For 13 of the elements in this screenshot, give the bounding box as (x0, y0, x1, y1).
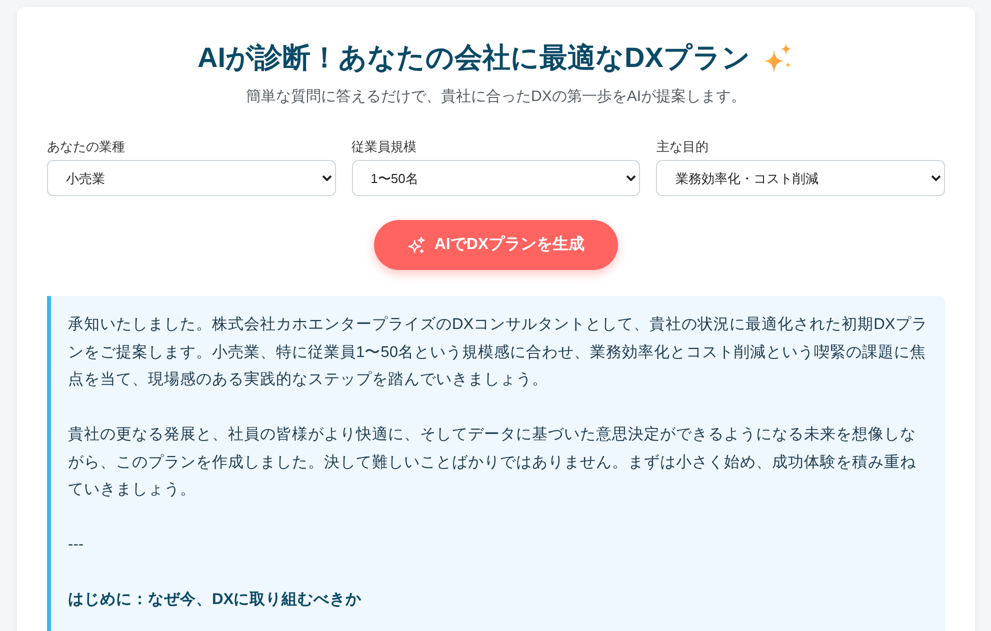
dropdown-select[interactable]: 小売業 (47, 160, 336, 196)
sparkles-icon (407, 236, 426, 254)
result-paragraph: --- (68, 535, 85, 555)
dropdown-select[interactable]: 1〜50名 (352, 160, 640, 196)
field-label: 主な目的 (656, 138, 710, 156)
page-title: AIが診断！あなたの会社に最適なDXプラン (198, 41, 750, 75)
result-paragraph: 貴社の更なる発展と、社員の皆様がより快適に、そしてデータに基づいた意思決定ができるようになる未来を想像しながら、このプランを作成しました。決して難しいことばかりではありません。まずは小さく始め、成功体験を積み重ねていきましょう。 (68, 425, 917, 500)
dropdown-select[interactable]: 業務効率化・コスト削減 (656, 160, 945, 196)
field-label: 従業員規模 (352, 138, 418, 156)
section-heading: はじめに：なぜ今、DXに取り組むべきか (68, 590, 363, 610)
field-label: あなたの業種 (47, 138, 126, 156)
result-paragraph: 承知いたしました。株式会社カホエンタープライズのDXコンサルタントとして、貴社の状況に最適化された初期DXプランをご提案します。小売業、特に従業員1〜50名という規模感に合わせ、業務効率化とコスト削減という喫緊の課題に焦点を当て、現場感のある実践的なステップを踏んでいきましょう。 (68, 315, 928, 390)
page-subtitle: 簡単な質問に答えるだけで、貴社に合ったDXの第一歩をAIが提案します。 (244, 87, 747, 107)
